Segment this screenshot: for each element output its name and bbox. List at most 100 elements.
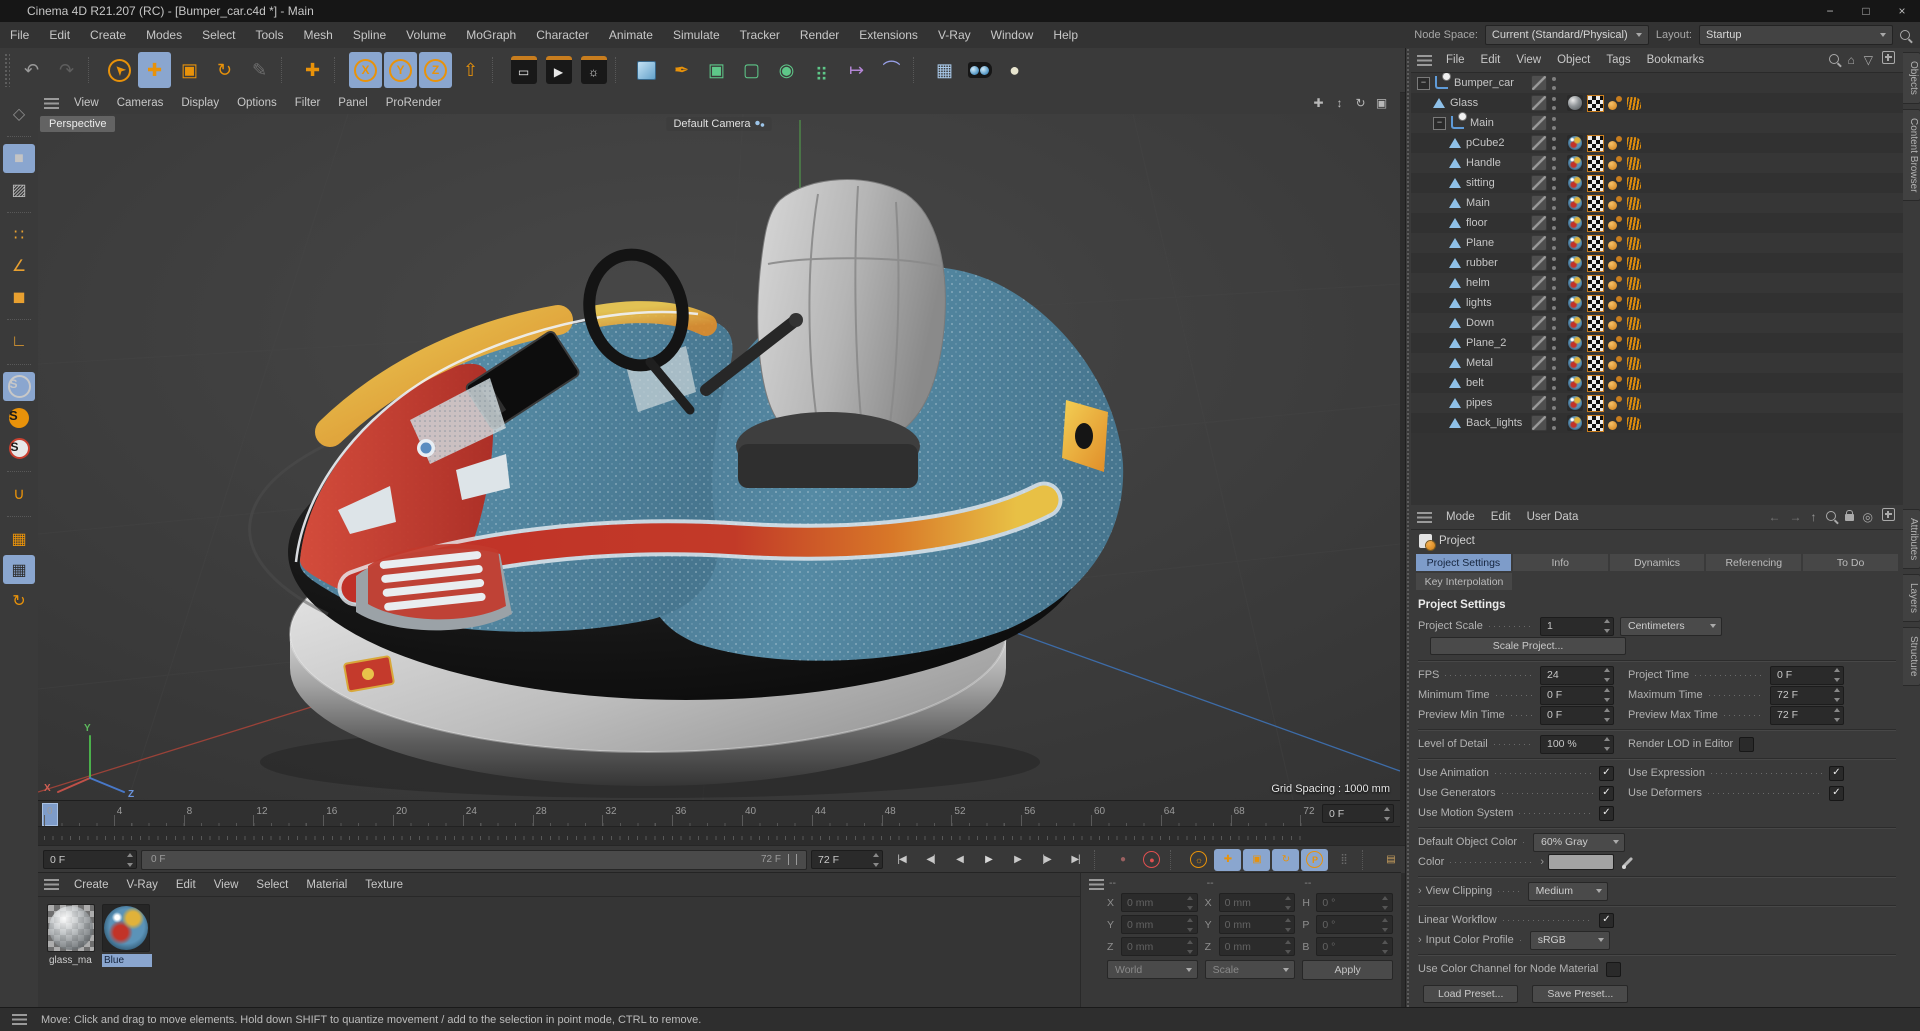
visibility-toggle-icon[interactable] xyxy=(1531,155,1547,171)
visibility-dots-icon[interactable] xyxy=(1551,396,1557,411)
viewport-menu-cameras[interactable]: Cameras xyxy=(108,97,173,109)
add-xpresso-button[interactable]: ↦ xyxy=(840,52,873,88)
object-manager-menu-object[interactable]: Object xyxy=(1549,54,1598,66)
attribute-menu-mode[interactable]: Mode xyxy=(1438,511,1483,523)
apply-button[interactable]: Apply xyxy=(1302,960,1393,980)
use-animation-checkbox[interactable] xyxy=(1599,765,1614,781)
material-menu-edit[interactable]: Edit xyxy=(167,879,205,891)
maximize-button[interactable]: □ xyxy=(1848,0,1884,22)
phong-tag-icon[interactable] xyxy=(1608,275,1623,291)
expander-icon[interactable]: › xyxy=(1418,885,1422,897)
use-expression-checkbox[interactable] xyxy=(1829,765,1844,781)
scale-tool-button[interactable]: ▣ xyxy=(173,52,206,88)
material-glass-ma[interactable]: glass_ma xyxy=(47,904,95,967)
uvw-tag-icon[interactable] xyxy=(1587,174,1604,192)
edges-mode-button[interactable]: ∠ xyxy=(3,251,35,280)
viewport-camera-label[interactable]: Default Camera xyxy=(666,117,772,131)
visibility-toggle-icon[interactable] xyxy=(1531,295,1547,311)
object-row-floor[interactable]: floor xyxy=(1411,213,1903,233)
use-motion-system-checkbox[interactable] xyxy=(1599,805,1614,821)
scale-z-field[interactable]: 0 mm xyxy=(1218,937,1296,956)
phong-tag-icon[interactable] xyxy=(1608,415,1623,431)
object-manager-menu-edit[interactable]: Edit xyxy=(1473,54,1509,66)
material-menu-create[interactable]: Create xyxy=(65,879,118,891)
nav-up-icon[interactable]: ↑ xyxy=(1811,508,1817,526)
phong-tag-icon[interactable] xyxy=(1608,335,1623,351)
node-space-dropdown[interactable]: Current (Standard/Physical) xyxy=(1484,25,1649,45)
menu-modes[interactable]: Modes xyxy=(136,28,192,42)
coordinate-system-button[interactable]: ⇧ xyxy=(454,52,487,88)
linear-workflow-checkbox[interactable] xyxy=(1599,912,1614,928)
visibility-dots-icon[interactable] xyxy=(1551,416,1557,431)
tab-to-do[interactable]: To Do xyxy=(1803,554,1898,571)
object-name[interactable]: lights xyxy=(1466,297,1492,309)
object-row-plane-2[interactable]: Plane_2 xyxy=(1411,333,1903,353)
object-row-lights[interactable]: lights xyxy=(1411,293,1903,313)
track-icon[interactable]: ◎ xyxy=(1863,508,1873,526)
object-name[interactable]: Plane_2 xyxy=(1466,337,1506,349)
material-blue[interactable]: Blue xyxy=(102,904,152,967)
object-row-metal[interactable]: Metal xyxy=(1411,353,1903,373)
model-mode-button[interactable]: ■ xyxy=(3,144,35,173)
timeline-keyframe-bar[interactable] xyxy=(38,826,1400,846)
visibility-toggle-icon[interactable] xyxy=(1531,355,1547,371)
object-row-helm[interactable]: helm xyxy=(1411,273,1903,293)
material-tag-icon[interactable] xyxy=(1567,155,1583,171)
menu-v-ray[interactable]: V-Ray xyxy=(928,28,981,42)
panel-tab-objects[interactable]: Objects xyxy=(1903,52,1920,104)
phong-tag-icon[interactable] xyxy=(1608,135,1623,151)
rotation-p-field[interactable]: 0 ° xyxy=(1316,915,1393,934)
add-light-button[interactable]: ● xyxy=(998,52,1031,88)
material-menu-icon[interactable] xyxy=(44,879,59,890)
render-settings-button[interactable]: ☼ xyxy=(577,52,610,88)
uvw-tag-icon[interactable] xyxy=(1587,214,1604,232)
material-tag-icon[interactable] xyxy=(1567,395,1583,411)
preview-min-field[interactable]: 0 F xyxy=(1540,705,1614,725)
previous-frame-button[interactable]: ◀ xyxy=(946,849,973,871)
view-clipping-dropdown[interactable]: Medium xyxy=(1527,881,1608,901)
key-point-level-button[interactable]: ⣿ xyxy=(1330,849,1357,871)
material-tag-icon[interactable] xyxy=(1567,95,1583,111)
spinner-icon[interactable] xyxy=(1186,940,1195,954)
enable-snap-button[interactable]: S xyxy=(3,372,35,401)
object-name[interactable]: Handle xyxy=(1466,157,1501,169)
viewport-menu-icon[interactable] xyxy=(44,97,59,109)
visibility-toggle-icon[interactable] xyxy=(1531,375,1547,391)
texture-mode-button[interactable]: ▨ xyxy=(3,175,35,204)
object-row-rubber[interactable]: rubber xyxy=(1411,253,1903,273)
rotate-view-icon[interactable]: ↻ xyxy=(1350,96,1371,110)
spinner-icon[interactable] xyxy=(1283,896,1292,910)
phong-tag-icon[interactable] xyxy=(1608,235,1623,251)
visibility-dots-icon[interactable] xyxy=(1551,356,1557,371)
object-properties-tag-icon[interactable] xyxy=(1627,216,1641,230)
rotation-b-field[interactable]: 0 ° xyxy=(1316,937,1393,956)
redo-button[interactable]: ↷ xyxy=(50,52,83,88)
object-row-plane[interactable]: Plane xyxy=(1411,233,1903,253)
goto-end-button[interactable]: ▶| xyxy=(1062,849,1089,871)
attribute-menu-user-data[interactable]: User Data xyxy=(1519,511,1587,523)
position-x-field[interactable]: 0 mm xyxy=(1121,893,1198,912)
visibility-toggle-icon[interactable] xyxy=(1531,195,1547,211)
expander-icon[interactable]: › xyxy=(1418,934,1422,946)
render-to-picture-viewer-button[interactable]: ▶ xyxy=(542,52,575,88)
key-parameter-button[interactable]: P xyxy=(1301,848,1328,871)
object-name[interactable]: helm xyxy=(1466,277,1490,289)
visibility-dots-icon[interactable] xyxy=(1551,376,1557,391)
object-properties-tag-icon[interactable] xyxy=(1627,356,1641,370)
object-name[interactable]: pCube2 xyxy=(1466,137,1505,149)
spinner-icon[interactable] xyxy=(1283,918,1292,932)
material-tag-icon[interactable] xyxy=(1567,315,1583,331)
uvw-tag-icon[interactable] xyxy=(1587,414,1604,432)
search-icon[interactable] xyxy=(1825,508,1836,526)
phong-tag-icon[interactable] xyxy=(1608,255,1623,271)
previous-key-button[interactable]: ◀| xyxy=(917,849,944,871)
timeline-ruler[interactable]: 0 4 8 12 16 20 24 28 32 36 40 44 48 52 56 60 64 68 72 0 F xyxy=(38,800,1400,827)
coordinates-menu-icon[interactable] xyxy=(1089,879,1104,890)
quantize-settings-button[interactable]: S xyxy=(3,434,35,463)
menu-file[interactable]: File xyxy=(0,28,39,42)
load-preset-button[interactable]: Load Preset... xyxy=(1423,985,1519,1003)
object-name[interactable]: Main xyxy=(1466,197,1490,209)
toolbar-drag-handle[interactable] xyxy=(4,53,10,87)
search-icon[interactable] xyxy=(1828,51,1839,69)
object-properties-tag-icon[interactable] xyxy=(1627,296,1641,310)
